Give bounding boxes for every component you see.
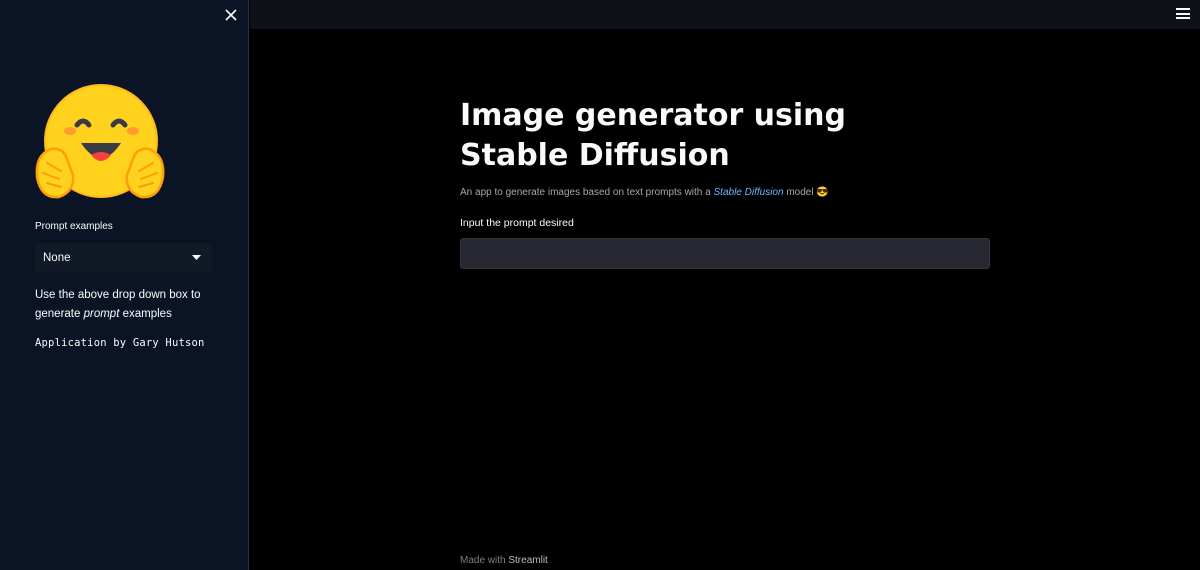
prompt-input-label: Input the prompt desired	[460, 217, 574, 229]
hugging-face-logo	[35, 84, 165, 199]
streamlit-link[interactable]: Streamlit	[508, 555, 547, 566]
sunglasses-emoji-icon: 😎	[816, 187, 829, 198]
page-subtitle: An app to generate images based on text …	[460, 187, 829, 198]
credit-text: Application by Gary Hutson	[35, 337, 205, 349]
prompt-examples-label: Prompt examples	[35, 221, 113, 232]
main-content: Image generator using Stable Diffusion A…	[460, 0, 990, 570]
select-value: None	[43, 251, 71, 264]
prompt-examples-select[interactable]: None	[35, 243, 212, 272]
close-sidebar-button[interactable]	[222, 6, 240, 24]
sidebar-help-text: Use the above drop down box to generate …	[35, 286, 225, 324]
prompt-input[interactable]	[460, 238, 990, 269]
hamburger-menu-icon[interactable]	[1176, 8, 1190, 20]
help-text-emphasis: prompt	[83, 308, 120, 320]
subtitle-text: model	[783, 187, 817, 198]
close-icon	[225, 9, 237, 21]
footer-text: Made with	[460, 555, 509, 566]
help-text-part: examples	[119, 308, 172, 320]
stable-diffusion-link[interactable]: Stable Diffusion	[714, 187, 784, 198]
footer: Made with Streamlit	[460, 555, 548, 566]
sidebar: Prompt examples None Use the above drop …	[0, 0, 249, 570]
caret-down-icon	[192, 255, 201, 260]
subtitle-text: An app to generate images based on text …	[460, 187, 714, 198]
page-title: Image generator using Stable Diffusion	[460, 98, 847, 173]
